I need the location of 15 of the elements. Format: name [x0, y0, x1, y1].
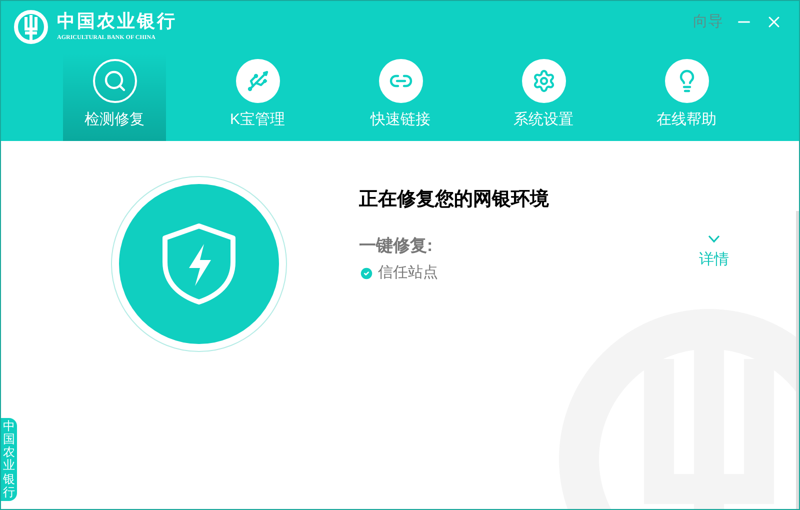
bank-logo-icon [13, 9, 49, 45]
nav-tab[interactable]: 在线帮助 [635, 53, 738, 141]
section-label: 一键修复: [359, 234, 434, 256]
repair-item: 信任站点 [378, 263, 438, 283]
side-tab[interactable]: 中国农业银行 [1, 418, 17, 501]
nav-tab[interactable]: 快速链接 [349, 53, 452, 141]
chevron-down-icon [708, 234, 720, 242]
settings-icon [532, 69, 556, 93]
nav-tab[interactable]: 系统设置 [492, 53, 595, 141]
search-icon [102, 69, 126, 93]
bank-name: 中国农业银行 [57, 11, 177, 33]
details-toggle[interactable]: 详情 [699, 232, 729, 284]
guide-button[interactable]: 向导 [693, 11, 723, 34]
status-title: 正在修复您的网银环境 [359, 188, 550, 212]
nav-tab[interactable]: K宝管理 [206, 53, 309, 141]
